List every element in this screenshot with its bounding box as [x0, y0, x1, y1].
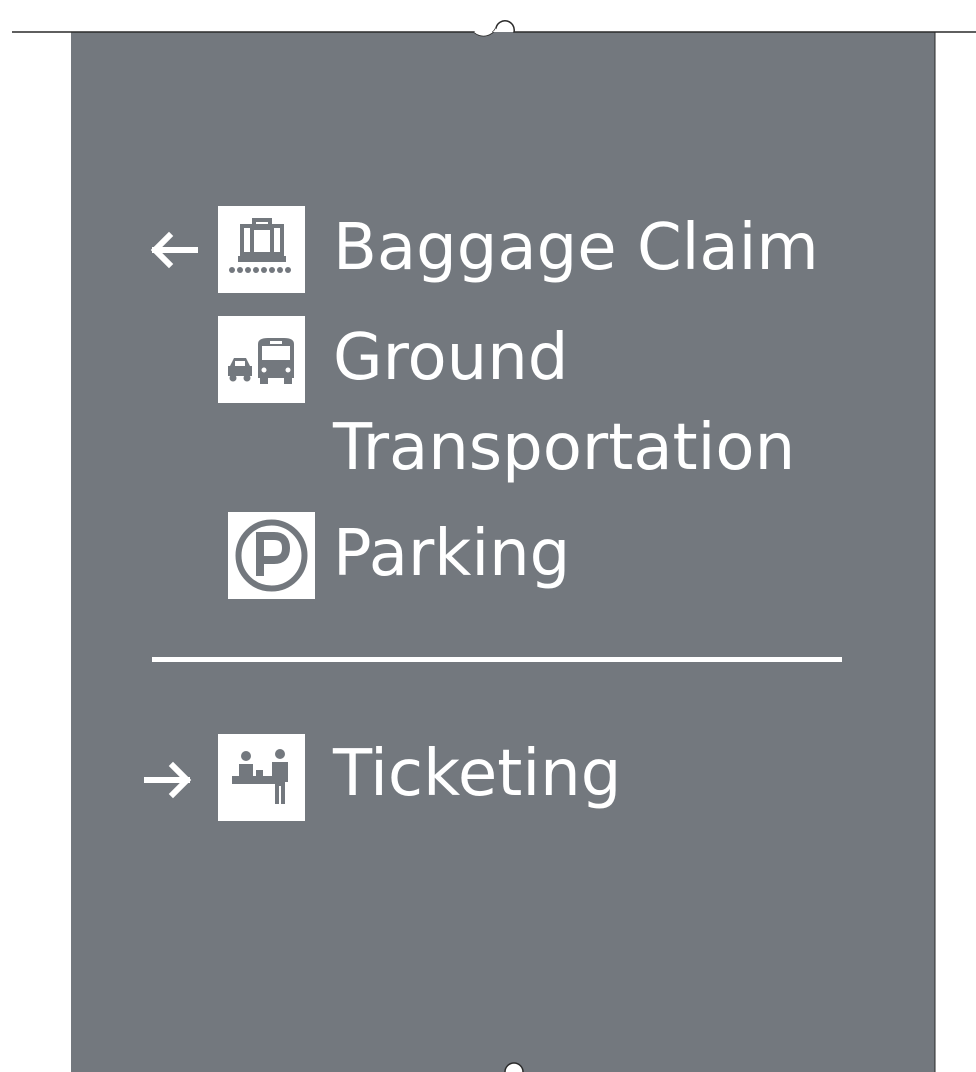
arrow-left-icon: [147, 230, 199, 270]
wayfinding-sign: Baggage Claim Ground Transportation Park…: [71, 32, 935, 1072]
ticketing-icon: [218, 734, 305, 821]
baggage-claim-label: Baggage Claim: [333, 211, 819, 285]
ground-transportation-label-line-2: Transportation: [333, 411, 796, 485]
arrow-right-icon: [143, 760, 195, 800]
ground-transportation-icon: [218, 316, 305, 403]
parking-label: Parking: [333, 517, 571, 591]
ticketing-label: Ticketing: [333, 737, 622, 811]
ground-transportation-label-line-1: Ground: [333, 321, 569, 395]
baggage-claim-icon: [218, 206, 305, 293]
parking-icon: [228, 512, 315, 599]
sign-drawing: Baggage Claim Ground Transportation Park…: [0, 0, 976, 1072]
section-divider: [152, 657, 842, 662]
